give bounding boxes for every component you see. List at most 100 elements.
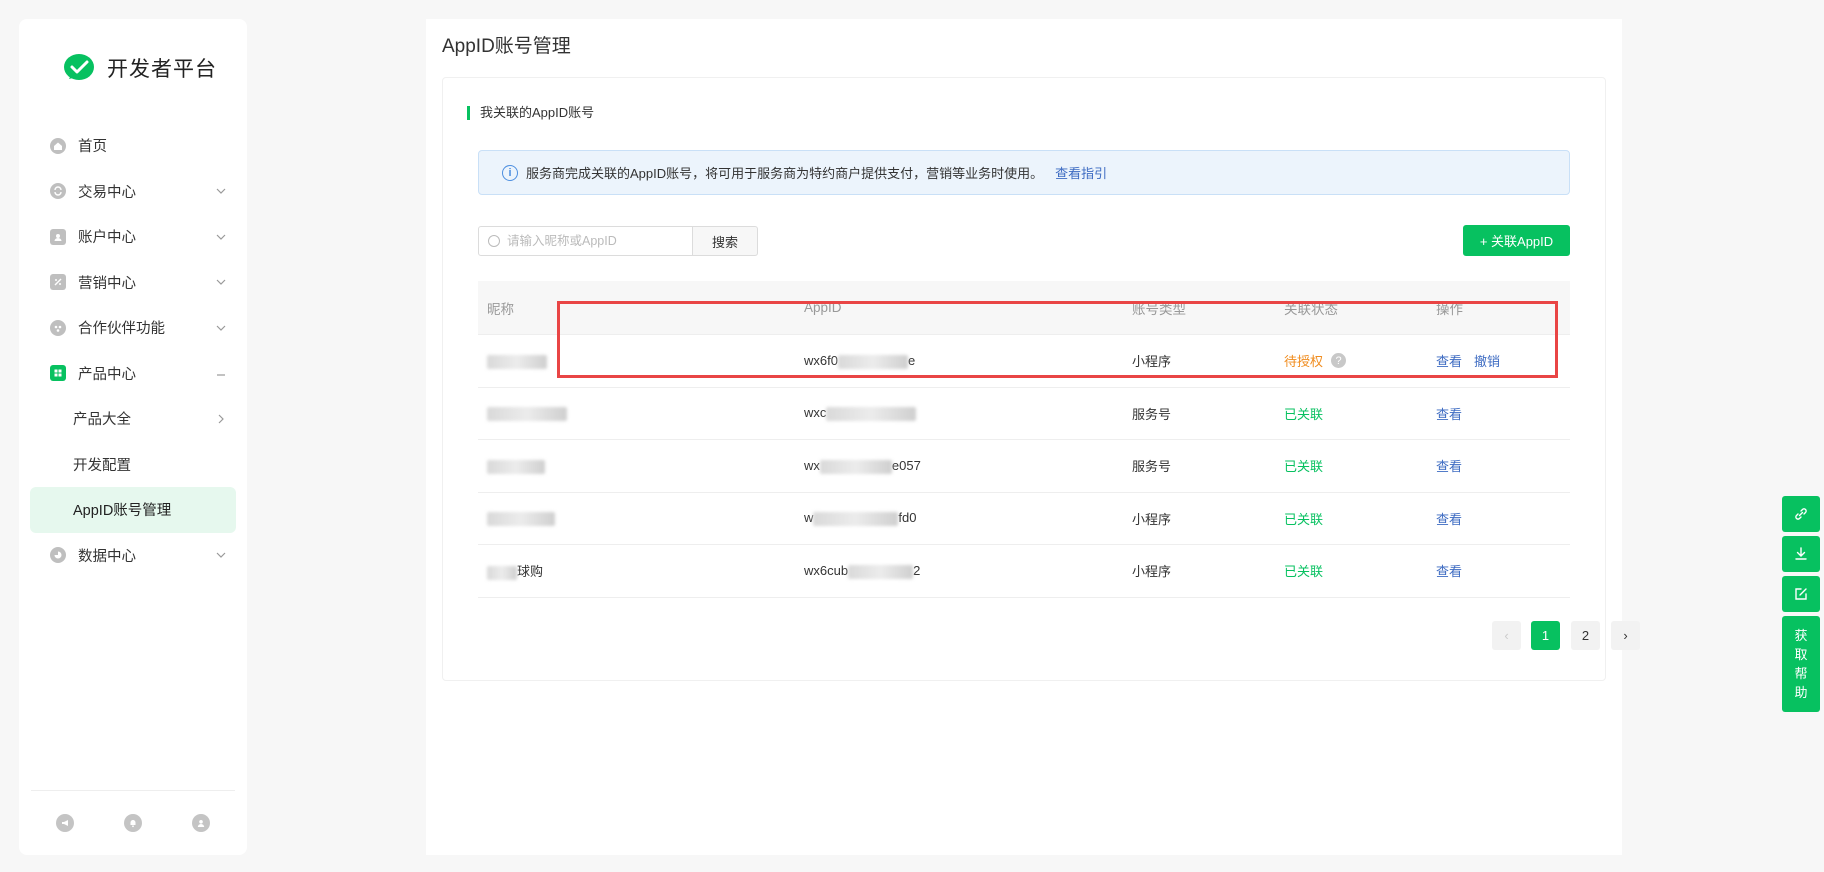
help-label-char: 获	[1794, 628, 1808, 643]
redacted-nickname	[487, 459, 545, 474]
type-cell: 小程序	[1132, 354, 1172, 370]
help-button[interactable]: 获 取 帮 助	[1782, 616, 1820, 712]
sidebar-item-label: 交易中心	[78, 184, 136, 201]
sidebar-item-home[interactable]: 首页	[19, 123, 247, 169]
sidebar-item-trade[interactable]: 交易中心	[19, 169, 247, 215]
prev-page-button[interactable]: ‹	[1492, 621, 1521, 650]
appid-tail: 2	[913, 562, 921, 578]
section-title: 我关联的AppID账号	[467, 106, 594, 120]
apps-icon	[50, 365, 66, 382]
column-header-actions: 操作	[1436, 301, 1463, 317]
download-tool-button[interactable]	[1782, 536, 1820, 572]
megaphone-icon[interactable]	[56, 814, 74, 832]
sidebar-subitem-label: AppID账号管理	[73, 503, 172, 520]
status-badge: 已关联	[1284, 406, 1324, 422]
search-icon	[488, 235, 500, 247]
revoke-link[interactable]: 撤销	[1474, 354, 1500, 369]
type-cell: 小程序	[1132, 511, 1172, 527]
link-icon	[1795, 508, 1807, 520]
search-button[interactable]: 搜索	[693, 226, 758, 256]
sidebar-item-label: 首页	[78, 139, 107, 156]
table-header: 昵称 AppID 账号类型 关联状态 操作	[478, 281, 1570, 335]
actions-cell: 查看	[1436, 404, 1570, 423]
chevron-right-icon	[218, 414, 224, 424]
sidebar-item-label: 营销中心	[78, 275, 136, 292]
home-icon	[50, 137, 66, 154]
appid-text: wx	[804, 457, 820, 473]
chevron-down-icon	[216, 279, 226, 286]
type-cell: 服务号	[1132, 406, 1172, 422]
sidebar-item-products[interactable]: 产品中心	[19, 351, 247, 397]
column-header-status[interactable]: 关联状态	[1284, 298, 1436, 318]
status-badge: 待授权?	[1284, 351, 1436, 370]
view-link[interactable]: 查看	[1436, 564, 1462, 579]
redacted-appid	[848, 564, 914, 579]
nickname-cell	[478, 353, 804, 369]
view-link[interactable]: 查看	[1436, 407, 1462, 422]
sidebar-subitem-all-products[interactable]: 产品大全	[19, 396, 247, 442]
redacted-nickname	[487, 512, 555, 527]
redacted-appid	[813, 512, 899, 527]
nickname-cell	[478, 510, 804, 527]
sidebar-item-data[interactable]: 数据中心	[19, 533, 247, 579]
sidebar: 开发者平台 首页 交易中心 账户中心 营销中心 合作伙伴功能 产品中心 产品大全…	[19, 19, 247, 855]
sidebar-item-label: 账户中心	[78, 230, 136, 247]
download-icon	[1795, 547, 1807, 560]
sidebar-item-label: 产品中心	[78, 366, 136, 383]
sidebar-nav: 首页 交易中心 账户中心 营销中心 合作伙伴功能 产品中心 产品大全 开发配置 …	[19, 123, 247, 578]
floating-toolbar: 获 取 帮 助	[1782, 496, 1820, 716]
link-tool-button[interactable]	[1782, 496, 1820, 532]
user-icon[interactable]	[192, 814, 210, 832]
sidebar-subitem-dev-config[interactable]: 开发配置	[19, 442, 247, 488]
view-link[interactable]: 查看	[1436, 512, 1462, 527]
status-badge: 已关联	[1284, 511, 1324, 527]
help-label-char: 帮	[1794, 666, 1808, 681]
guide-link[interactable]: 查看指引	[1055, 163, 1107, 182]
bell-icon[interactable]	[124, 814, 142, 832]
appid-text: wx6f0	[804, 352, 838, 368]
appid-cell: wx6f0 e	[804, 353, 1132, 369]
actions-cell: 查看	[1436, 456, 1570, 475]
nickname-cell	[478, 405, 804, 422]
sidebar-item-label: 数据中心	[78, 548, 136, 565]
main-content: AppID账号管理 我关联的AppID账号 i 服务商完成关联的AppID账号，…	[426, 19, 1640, 855]
status-text: 待授权	[1284, 354, 1324, 370]
nickname-text: 球购	[517, 564, 544, 580]
status-badge: 已关联	[1284, 564, 1324, 580]
redacted-appid	[826, 407, 917, 422]
account-icon	[50, 228, 66, 245]
add-appid-button[interactable]: + 关联AppID	[1463, 225, 1570, 256]
appid-text: w	[804, 510, 814, 526]
sidebar-item-marketing[interactable]: 营销中心	[19, 260, 247, 306]
page-button-2[interactable]: 2	[1571, 621, 1600, 650]
appid-tail: e	[907, 352, 916, 368]
help-label-char: 助	[1794, 685, 1808, 700]
table-row: w fd0 小程序 已关联 查看	[478, 493, 1570, 545]
collapse-icon	[217, 374, 225, 376]
type-cell: 小程序	[1132, 564, 1172, 580]
search-input[interactable]	[507, 234, 677, 248]
status-badge: 已关联	[1284, 459, 1324, 475]
redacted-nickname	[487, 407, 567, 422]
chevron-down-icon	[216, 234, 226, 240]
appid-table: 昵称 AppID 账号类型 关联状态 操作 wx6f0 e 小程序 待授权? 查看…	[478, 281, 1570, 598]
redacted-nickname	[487, 565, 517, 580]
page-button-1[interactable]: 1	[1531, 621, 1560, 650]
next-page-button[interactable]: ›	[1611, 621, 1640, 650]
exchange-icon	[50, 183, 66, 200]
sidebar-item-account[interactable]: 账户中心	[19, 214, 247, 260]
table-row: wx6f0 e 小程序 待授权? 查看 撤销	[478, 335, 1570, 388]
help-question-icon[interactable]: ?	[1331, 353, 1347, 369]
view-link[interactable]: 查看	[1436, 354, 1462, 369]
edit-tool-button[interactable]	[1782, 576, 1820, 612]
logo[interactable]: 开发者平台	[63, 53, 217, 83]
chart-icon	[50, 547, 66, 564]
sidebar-subitem-appid-management[interactable]: AppID账号管理	[30, 487, 236, 533]
help-label-char: 取	[1794, 647, 1808, 662]
view-link[interactable]: 查看	[1436, 459, 1462, 474]
search-box	[478, 226, 693, 256]
actions-cell: 查看	[1436, 561, 1570, 580]
sidebar-item-partner[interactable]: 合作伙伴功能	[19, 305, 247, 351]
appid-tail: e057	[891, 457, 921, 473]
sidebar-subitem-label: 产品大全	[73, 412, 131, 429]
